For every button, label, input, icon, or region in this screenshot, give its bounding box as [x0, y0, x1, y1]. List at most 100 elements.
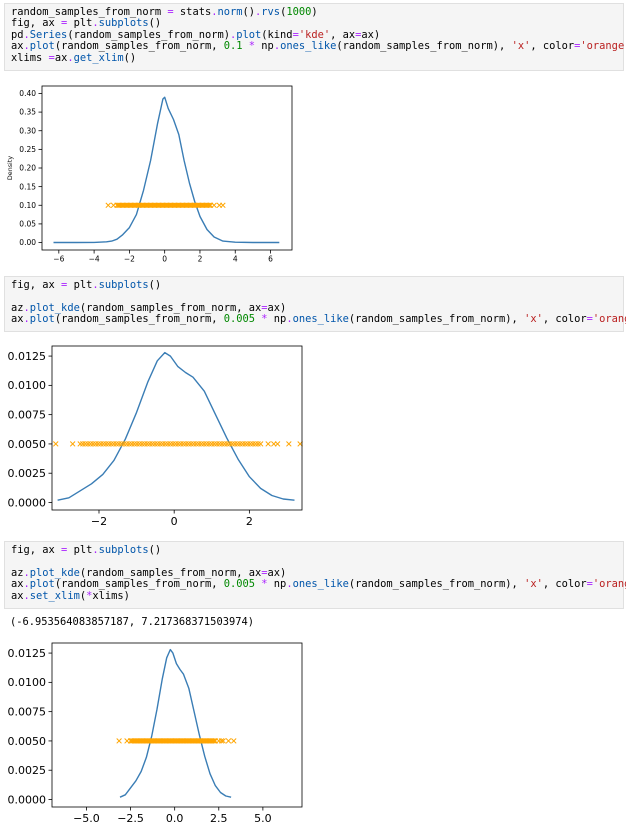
sample-marker [190, 441, 197, 447]
x-tick-label: −5.0 [73, 812, 100, 825]
sample-marker [159, 441, 166, 447]
sample-marker [255, 441, 261, 447]
code-cell-2[interactable]: fig, ax = plt.subplots() az.plot_kde(ran… [4, 276, 626, 332]
sample-marker [237, 441, 243, 447]
y-tick-label: 0.0125 [8, 350, 47, 363]
code-token: 1000 [286, 6, 312, 18]
code-editor[interactable]: fig, ax = plt.subplots() az.plot_kde(ran… [5, 542, 626, 605]
kde-plot-1: −6 −4 −2 0 2 4 6 0.00 0.05 0.10 0.15 0.20 0.25 0.30 0.… [6, 85, 293, 264]
code-token: (random_samples_from_norm), [336, 40, 512, 53]
x-tick-label: 0.0 [166, 812, 184, 825]
y-tick-label: 0.05 [19, 220, 36, 229]
code-token: set_xlim [29, 589, 80, 602]
code-token: az [11, 566, 24, 579]
y-tick-label: 0.35 [19, 108, 36, 117]
sample-marker [196, 441, 202, 447]
sample-marker [211, 202, 217, 209]
code-token: fig, ax [11, 17, 62, 30]
code-editor[interactable]: random_samples_from_norm = stats.norm().… [5, 4, 626, 67]
x-tick-label: −2 [124, 255, 135, 264]
y-tick-label: 0.0025 [8, 467, 47, 480]
x-tick-label: 0 [162, 255, 167, 264]
code-token: , color [542, 578, 587, 591]
sample-marker [126, 441, 132, 447]
code-token: 'x' [524, 578, 543, 591]
y-tick-label: 0.0000 [8, 793, 47, 806]
kde-plot-3: −5.0 −2.5 0.0 2.5 5.0 0.0000 0.0025 0.0050 0.007… [8, 642, 303, 825]
y-tick-label: 0.0125 [8, 647, 47, 660]
code-token: ax [11, 40, 24, 53]
sample-marker [165, 441, 171, 447]
y-tick-label: 0.10 [19, 201, 36, 210]
sample-marker [167, 441, 174, 447]
code-token: (random_samples_from_norm), [348, 313, 525, 326]
code-token: ones_like [292, 313, 349, 326]
sample-marker [257, 441, 264, 447]
kde-curve [119, 648, 232, 798]
code-token: (random_samples_from_norm, ax [79, 566, 262, 579]
sample-marker [110, 441, 117, 447]
y-tick-label: 0.30 [19, 126, 36, 135]
code-token: , ax [330, 28, 356, 41]
x-tick-label: 5.0 [254, 812, 272, 825]
code-token: subplots [98, 279, 149, 291]
code-token: subplots [98, 544, 149, 556]
code-editor[interactable]: fig, ax = plt.subplots() az.plot_kde(ran… [5, 277, 626, 329]
sample-marker [206, 441, 212, 447]
sample-marker [219, 441, 225, 447]
sample-marker [98, 441, 104, 447]
sample-marker [124, 738, 130, 744]
sample-marker [177, 441, 184, 447]
code-token: plot [29, 40, 55, 53]
sample-marker [216, 441, 223, 447]
code-token: () [123, 51, 137, 64]
sample-marker [234, 441, 241, 447]
code-token: () [148, 17, 162, 30]
sample-marker [116, 441, 122, 447]
code-token: ones_like [280, 40, 337, 53]
sample-marker [100, 441, 107, 447]
sample-marker [134, 441, 140, 447]
sample-marker [224, 441, 230, 447]
sample-marker [245, 441, 251, 447]
sample-marker [232, 441, 238, 447]
kde-plot-2: −2 0 2 0.0000 0.0025 0.0050 0.0075 0.0100 0.0125 [8, 345, 303, 528]
plot-frame [51, 642, 303, 808]
code-token: 0.1 [223, 40, 243, 53]
code-token: ax) [361, 28, 381, 41]
sample-marker [53, 441, 59, 447]
code-token: Series [29, 28, 68, 41]
code-token: (random_samples_from_norm) [67, 28, 230, 41]
sample-marker [185, 441, 192, 447]
sample-marker [141, 441, 148, 447]
sample-marker [211, 441, 217, 447]
x-tick-label: 2 [198, 255, 203, 264]
sample-marker [131, 441, 138, 447]
code-cell-1[interactable]: random_samples_from_norm = stats.norm().… [4, 3, 626, 71]
y-tick-label: 0.40 [19, 89, 36, 98]
x-tick-label: 6 [268, 255, 273, 264]
sample-marker [252, 441, 259, 447]
sample-marker [220, 202, 226, 209]
sample-marker [90, 441, 96, 447]
sample-marker [231, 738, 237, 744]
x-tick-label: 0 [171, 515, 178, 528]
sample-marker [136, 441, 143, 447]
sample-marker [108, 441, 114, 447]
code-token: fig, ax [11, 544, 62, 556]
y-tick-label: 0.0000 [8, 496, 47, 509]
sample-marker [77, 441, 83, 447]
plot-frame [41, 85, 293, 251]
code-token: random_samples_from_norm [11, 6, 168, 18]
code-token: (random_samples_from_norm), [348, 578, 525, 591]
code-token: az [11, 301, 24, 314]
code-token: ones_like [292, 578, 349, 591]
sample-marker [149, 441, 156, 447]
code-token: xlims [11, 51, 49, 64]
sample-marker [152, 441, 158, 447]
y-tick-label: 0.0050 [8, 438, 47, 451]
code-token: (kind [261, 28, 293, 41]
sample-marker [92, 441, 99, 447]
code-cell-3[interactable]: fig, ax = plt.subplots() az.plot_kde(ran… [4, 541, 626, 609]
code-token: xlims) [92, 589, 130, 602]
